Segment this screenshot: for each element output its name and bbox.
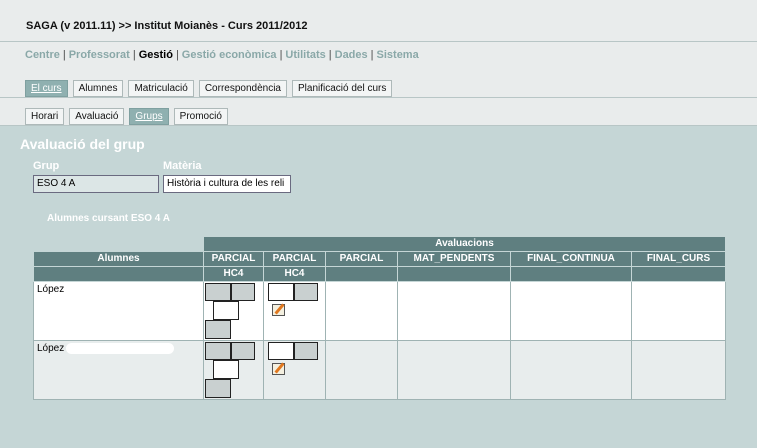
tabs-level2: Horari Avaluació Grups Promoció bbox=[0, 98, 757, 126]
grade-input[interactable] bbox=[213, 301, 239, 320]
tab-matriculacio[interactable]: Matriculació bbox=[128, 80, 194, 97]
header-blank bbox=[33, 236, 204, 252]
tab-horari[interactable]: Horari bbox=[25, 108, 65, 125]
name-redaction bbox=[66, 343, 175, 354]
app-window: SAGA (v 2011.11) >> Institut Moianès - C… bbox=[0, 0, 757, 448]
grup-select[interactable]: ESO 4 A bbox=[33, 175, 159, 193]
header-col-3: MAT_PENDENTS bbox=[397, 251, 511, 267]
main-menu: Centre | Professorat | Gestió | Gestió econòmi… bbox=[0, 42, 757, 66]
grade-select[interactable] bbox=[205, 320, 231, 339]
menu-dades[interactable]: Dades bbox=[335, 49, 368, 61]
page-title: Avaluació del grup bbox=[20, 136, 145, 152]
menu-sistema[interactable]: Sistema bbox=[377, 49, 419, 61]
grade-select[interactable] bbox=[205, 342, 231, 360]
subheader-col-3 bbox=[397, 266, 511, 282]
tab-planificacio[interactable]: Planificació del curs bbox=[292, 80, 393, 97]
tab-promocio[interactable]: Promoció bbox=[173, 108, 228, 125]
header-avaluacions: Avaluacions bbox=[202, 236, 727, 252]
grade-select[interactable] bbox=[231, 342, 255, 360]
tab-el-curs[interactable]: El curs bbox=[25, 80, 68, 97]
grade-input[interactable] bbox=[268, 342, 294, 360]
subheader-blank bbox=[33, 266, 204, 282]
cursant-label: Alumnes cursant ESO 4 A bbox=[47, 213, 170, 224]
menu-gestio[interactable]: Gestió bbox=[139, 49, 173, 61]
subheader-col-2 bbox=[325, 266, 398, 282]
subheader-col-0: HC4 bbox=[203, 266, 264, 282]
student-name: López bbox=[37, 284, 65, 295]
grade-select[interactable] bbox=[205, 283, 231, 301]
grade-input[interactable] bbox=[213, 360, 239, 379]
header-col-0: PARCIAL bbox=[203, 251, 264, 267]
subheader-col-4 bbox=[510, 266, 632, 282]
tabs-level1: El curs Alumnes Matriculació Correspondènci… bbox=[0, 66, 757, 98]
header-col-5: FINAL_CURS bbox=[630, 251, 727, 267]
materia-label: Matèria bbox=[163, 160, 202, 172]
grade-select[interactable] bbox=[294, 342, 318, 360]
evaluation-table: Avaluacions Alumnes PARCIAL PARCIAL PARC… bbox=[33, 236, 727, 400]
window-title: SAGA (v 2011.11) >> Institut Moianès - C… bbox=[0, 0, 757, 42]
menu-centre[interactable]: Centre bbox=[25, 49, 60, 61]
menu-gestio-economica[interactable]: Gestió econòmica bbox=[182, 49, 277, 61]
tab-correspondencia[interactable]: Correspondència bbox=[198, 80, 287, 97]
tab-alumnes[interactable]: Alumnes bbox=[72, 80, 124, 97]
grade-select[interactable] bbox=[231, 283, 255, 301]
table-row: López bbox=[33, 281, 727, 341]
header-col-2: PARCIAL bbox=[325, 251, 398, 267]
grup-label: Grup bbox=[33, 160, 60, 172]
grade-input[interactable] bbox=[268, 283, 294, 301]
header-col-4: FINAL_CONTINUA bbox=[510, 251, 632, 267]
edit-note-icon[interactable] bbox=[272, 363, 285, 375]
menu-professorat[interactable]: Professorat bbox=[69, 49, 130, 61]
tab-avaluacio[interactable]: Avaluació bbox=[69, 108, 125, 125]
subheader-col-5 bbox=[630, 266, 727, 282]
edit-note-icon[interactable] bbox=[272, 304, 285, 316]
menu-utilitats[interactable]: Utilitats bbox=[285, 49, 325, 61]
subheader-col-1: HC4 bbox=[263, 266, 326, 282]
tab-grups[interactable]: Grups bbox=[129, 108, 169, 125]
table-row: López bbox=[33, 340, 727, 400]
grade-select[interactable] bbox=[294, 283, 318, 301]
grade-select[interactable] bbox=[205, 379, 231, 398]
header-col-1: PARCIAL bbox=[263, 251, 326, 267]
header-alumnes: Alumnes bbox=[33, 251, 204, 267]
materia-select[interactable]: Història i cultura de les reli bbox=[163, 175, 291, 193]
student-name: López bbox=[37, 343, 65, 355]
